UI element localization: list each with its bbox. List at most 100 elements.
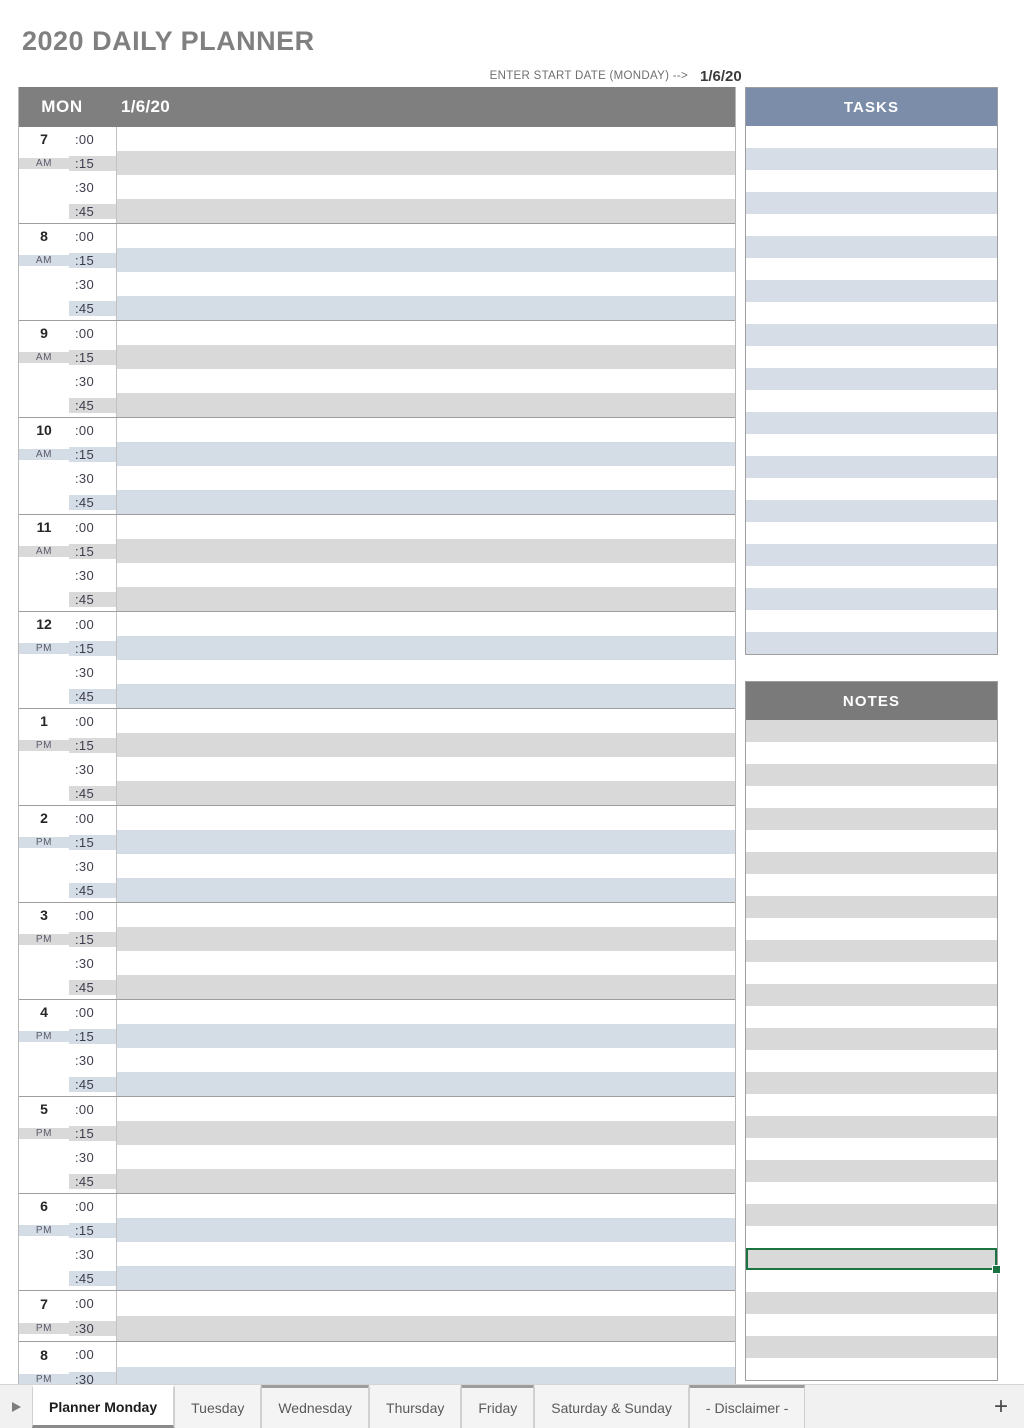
slot-entry-cell[interactable] bbox=[116, 1266, 735, 1290]
time-slot-row[interactable]: PM:15 bbox=[19, 927, 735, 951]
note-row[interactable] bbox=[746, 1094, 997, 1116]
sheet-tab[interactable]: - Disclaimer - bbox=[688, 1385, 806, 1428]
slot-entry-cell[interactable] bbox=[116, 345, 735, 369]
task-row[interactable] bbox=[746, 588, 997, 610]
note-row[interactable] bbox=[746, 984, 997, 1006]
task-row[interactable] bbox=[746, 390, 997, 412]
sheet-tab[interactable]: Tuesday bbox=[174, 1385, 262, 1428]
note-row[interactable] bbox=[746, 1138, 997, 1160]
note-row[interactable] bbox=[746, 1160, 997, 1182]
slot-entry-cell[interactable] bbox=[116, 490, 735, 514]
triangle-right-icon[interactable] bbox=[0, 1385, 32, 1428]
time-slot-row[interactable]: 6:00 bbox=[19, 1194, 735, 1218]
task-row[interactable] bbox=[746, 126, 997, 148]
time-slot-row[interactable]: :45 bbox=[19, 587, 735, 611]
time-slot-row[interactable]: :45 bbox=[19, 975, 735, 999]
task-row[interactable] bbox=[746, 478, 997, 500]
sheet-tab[interactable]: Friday bbox=[461, 1385, 535, 1428]
slot-entry-cell[interactable] bbox=[116, 321, 735, 345]
slot-entry-cell[interactable] bbox=[116, 1316, 735, 1341]
time-slot-row[interactable]: :45 bbox=[19, 1266, 735, 1290]
time-slot-row[interactable]: PM:15 bbox=[19, 830, 735, 854]
slot-entry-cell[interactable] bbox=[116, 1194, 735, 1218]
time-slot-row[interactable]: 10:00 bbox=[19, 418, 735, 442]
slot-entry-cell[interactable] bbox=[116, 248, 735, 272]
time-slot-row[interactable]: 9:00 bbox=[19, 321, 735, 345]
slot-entry-cell[interactable] bbox=[116, 127, 735, 151]
sheet-tab[interactable]: Thursday bbox=[369, 1385, 462, 1428]
add-sheet-button[interactable]: + bbox=[978, 1385, 1024, 1428]
task-row[interactable] bbox=[746, 456, 997, 478]
time-slot-row[interactable]: 12:00 bbox=[19, 612, 735, 636]
task-row[interactable] bbox=[746, 324, 997, 346]
task-row[interactable] bbox=[746, 170, 997, 192]
slot-entry-cell[interactable] bbox=[116, 1342, 735, 1367]
note-row[interactable] bbox=[746, 720, 997, 742]
slot-entry-cell[interactable] bbox=[116, 1291, 735, 1316]
sheet-tab[interactable]: Planner Monday bbox=[32, 1385, 175, 1428]
slot-entry-cell[interactable] bbox=[116, 442, 735, 466]
time-slot-row[interactable]: :45 bbox=[19, 296, 735, 320]
time-slot-row[interactable]: :30 bbox=[19, 272, 735, 296]
task-row[interactable] bbox=[746, 214, 997, 236]
time-slot-row[interactable]: :30 bbox=[19, 854, 735, 878]
time-slot-row[interactable]: AM:15 bbox=[19, 151, 735, 175]
planner-header-date[interactable]: 1/6/20 bbox=[105, 97, 170, 117]
task-row[interactable] bbox=[746, 346, 997, 368]
time-slot-row[interactable]: :30 bbox=[19, 175, 735, 199]
slot-entry-cell[interactable] bbox=[116, 1024, 735, 1048]
slot-entry-cell[interactable] bbox=[116, 369, 735, 393]
task-row[interactable] bbox=[746, 148, 997, 170]
time-slot-row[interactable]: :30 bbox=[19, 1145, 735, 1169]
note-row[interactable] bbox=[746, 1050, 997, 1072]
note-row[interactable] bbox=[746, 1226, 997, 1248]
sheet-tab[interactable]: Wednesday bbox=[261, 1385, 370, 1428]
note-row[interactable] bbox=[746, 1028, 997, 1050]
slot-entry-cell[interactable] bbox=[116, 1145, 735, 1169]
note-row[interactable] bbox=[746, 830, 997, 852]
time-slot-row[interactable]: :45 bbox=[19, 199, 735, 223]
note-row[interactable] bbox=[746, 808, 997, 830]
slot-entry-cell[interactable] bbox=[116, 466, 735, 490]
time-slot-row[interactable]: 11:00 bbox=[19, 515, 735, 539]
task-row[interactable] bbox=[746, 302, 997, 324]
slot-entry-cell[interactable] bbox=[116, 1097, 735, 1121]
time-slot-row[interactable]: PM:15 bbox=[19, 733, 735, 757]
slot-entry-cell[interactable] bbox=[116, 636, 735, 660]
note-row[interactable] bbox=[746, 1116, 997, 1138]
time-slot-row[interactable]: :45 bbox=[19, 1072, 735, 1096]
slot-entry-cell[interactable] bbox=[116, 199, 735, 223]
slot-entry-cell[interactable] bbox=[116, 1048, 735, 1072]
sheet-tab[interactable]: Saturday & Sunday bbox=[534, 1385, 689, 1428]
time-slot-row[interactable]: AM:15 bbox=[19, 248, 735, 272]
slot-entry-cell[interactable] bbox=[116, 660, 735, 684]
slot-entry-cell[interactable] bbox=[116, 1169, 735, 1193]
time-slot-row[interactable]: AM:15 bbox=[19, 442, 735, 466]
note-row[interactable] bbox=[746, 874, 997, 896]
time-slot-row[interactable]: PM:15 bbox=[19, 1218, 735, 1242]
note-row[interactable] bbox=[746, 1358, 997, 1380]
note-row[interactable] bbox=[746, 1204, 997, 1226]
time-slot-row[interactable]: :30 bbox=[19, 563, 735, 587]
note-row[interactable] bbox=[746, 1072, 997, 1094]
task-row[interactable] bbox=[746, 500, 997, 522]
time-slot-row[interactable]: :30 bbox=[19, 369, 735, 393]
time-slot-row[interactable]: 7:00 bbox=[19, 127, 735, 151]
task-row[interactable] bbox=[746, 280, 997, 302]
time-slot-row[interactable]: PM:30 bbox=[19, 1316, 735, 1341]
start-date-value[interactable]: 1/6/20 bbox=[700, 68, 820, 85]
slot-entry-cell[interactable] bbox=[116, 1121, 735, 1145]
task-row[interactable] bbox=[746, 258, 997, 280]
slot-entry-cell[interactable] bbox=[116, 175, 735, 199]
slot-entry-cell[interactable] bbox=[116, 539, 735, 563]
slot-entry-cell[interactable] bbox=[116, 757, 735, 781]
time-slot-row[interactable]: 3:00 bbox=[19, 903, 735, 927]
note-row[interactable] bbox=[746, 918, 997, 940]
note-row[interactable] bbox=[746, 1336, 997, 1358]
time-slot-row[interactable]: AM:15 bbox=[19, 345, 735, 369]
time-slot-row[interactable]: PM:15 bbox=[19, 1024, 735, 1048]
time-slot-row[interactable]: 4:00 bbox=[19, 1000, 735, 1024]
slot-entry-cell[interactable] bbox=[116, 563, 735, 587]
time-slot-row[interactable]: :30 bbox=[19, 757, 735, 781]
slot-entry-cell[interactable] bbox=[116, 806, 735, 830]
